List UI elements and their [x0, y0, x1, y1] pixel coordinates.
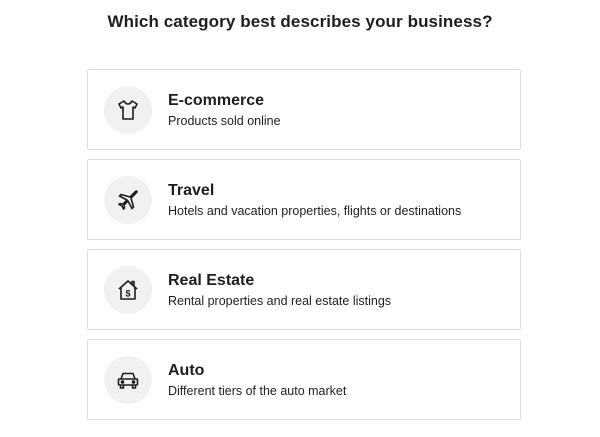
house-dollar-icon: $	[104, 265, 152, 314]
option-description: Different tiers of the auto market	[168, 383, 347, 398]
option-description: Rental properties and real estate listin…	[168, 293, 392, 308]
option-title: Auto	[168, 361, 205, 379]
category-picker: Which category best describes your busin…	[0, 0, 600, 437]
option-auto[interactable]: Auto Different tiers of the auto market	[87, 339, 521, 420]
option-travel[interactable]: Travel Hotels and vacation properties, f…	[87, 159, 521, 240]
category-options: E-commerce Products sold online Travel H…	[87, 69, 521, 429]
option-title: E-commerce	[168, 91, 265, 109]
option-description: Hotels and vacation properties, flights …	[168, 203, 462, 218]
option-title: Real Estate	[168, 271, 255, 289]
option-description: Products sold online	[168, 113, 281, 128]
page-title: Which category best describes your busin…	[107, 12, 493, 31]
svg-text:$: $	[125, 288, 130, 298]
option-title: Travel	[168, 181, 215, 199]
option-ecommerce[interactable]: E-commerce Products sold online	[87, 69, 521, 150]
tshirt-icon	[104, 85, 152, 134]
option-real-estate[interactable]: $ Real Estate Rental properties and real…	[87, 249, 521, 330]
airplane-icon	[104, 175, 152, 224]
car-icon	[104, 355, 152, 404]
